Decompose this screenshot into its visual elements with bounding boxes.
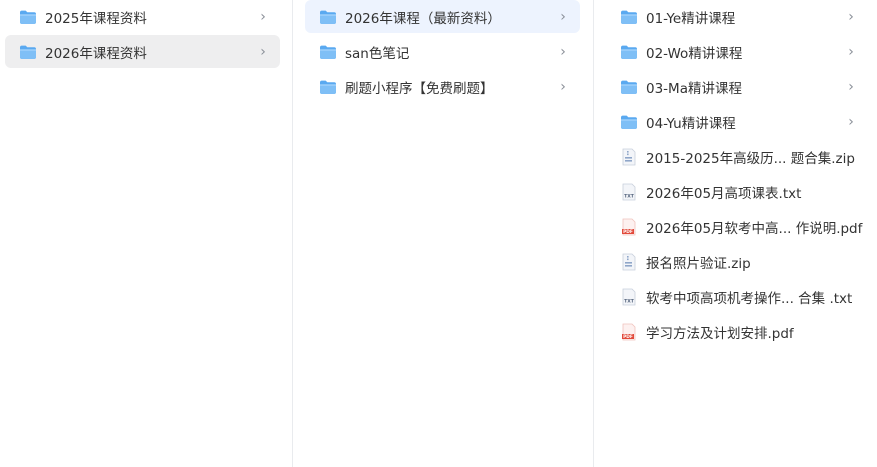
- file-item[interactable]: 报名照片验证.zip: [606, 245, 868, 278]
- svg-text:PDF: PDF: [623, 229, 633, 235]
- item-label: 01-Ye精讲课程: [646, 10, 736, 27]
- folder-item[interactable]: 03-Ma精讲课程 ›: [606, 70, 868, 103]
- folder-icon: [319, 78, 337, 96]
- folder-icon: [620, 113, 638, 131]
- file-item[interactable]: TXT 2026年05月高项课表.txt: [606, 175, 868, 208]
- item-label: 软考中项高项机考操作... 合集 .txt: [646, 290, 853, 307]
- item-label: 02-Wo精讲课程: [646, 45, 743, 62]
- finder-columns: 2025年课程资料 › 2026年课程资料 › 2026年课程（最新资料） › san色笔…: [0, 0, 877, 467]
- item-label: 04-Yu精讲课程: [646, 115, 736, 132]
- item-label: 2026年课程资料: [45, 45, 147, 62]
- column-1: 2025年课程资料 › 2026年课程资料 ›: [0, 0, 292, 467]
- folder-item[interactable]: 2025年课程资料 ›: [5, 0, 280, 33]
- item-label: 2026年05月软考中高... 作说明.pdf: [646, 220, 863, 237]
- svg-text:TXT: TXT: [624, 298, 635, 304]
- chevron-right-icon: ›: [560, 43, 566, 60]
- item-label: 2026年05月高项课表.txt: [646, 185, 802, 202]
- file-item[interactable]: 2015-2025年高级历... 题合集.zip: [606, 140, 868, 173]
- chevron-right-icon: ›: [848, 78, 854, 95]
- chevron-right-icon: ›: [560, 8, 566, 25]
- column-3: 01-Ye精讲课程 › 02-Wo精讲课程 › 03-Ma精讲课程 › 04-Yu精讲课程 ›…: [593, 0, 877, 467]
- pdf-file-icon: PDF: [620, 218, 638, 236]
- folder-item[interactable]: 2026年课程（最新资料） ›: [305, 0, 580, 33]
- item-label: 学习方法及计划安排.pdf: [646, 325, 794, 342]
- svg-text:TXT: TXT: [624, 193, 635, 199]
- chevron-right-icon: ›: [560, 78, 566, 95]
- folder-item[interactable]: 04-Yu精讲课程 ›: [606, 105, 868, 138]
- chevron-right-icon: ›: [260, 43, 266, 60]
- item-label: 报名照片验证.zip: [646, 255, 751, 272]
- chevron-right-icon: ›: [260, 8, 266, 25]
- folder-icon: [319, 43, 337, 61]
- file-item[interactable]: PDF 学习方法及计划安排.pdf: [606, 315, 868, 348]
- folder-item[interactable]: 2026年课程资料 ›: [5, 35, 280, 68]
- folder-icon: [19, 8, 37, 26]
- folder-item[interactable]: san色笔记 ›: [305, 35, 580, 68]
- chevron-right-icon: ›: [848, 113, 854, 130]
- folder-item[interactable]: 01-Ye精讲课程 ›: [606, 0, 868, 33]
- item-label: 2026年课程（最新资料）: [345, 10, 501, 27]
- txt-file-icon: TXT: [620, 288, 638, 306]
- chevron-right-icon: ›: [848, 8, 854, 25]
- svg-text:PDF: PDF: [623, 334, 633, 340]
- folder-icon: [19, 43, 37, 61]
- item-label: 03-Ma精讲课程: [646, 80, 742, 97]
- file-item[interactable]: PDF 2026年05月软考中高... 作说明.pdf: [606, 210, 868, 243]
- txt-file-icon: TXT: [620, 183, 638, 201]
- pdf-file-icon: PDF: [620, 323, 638, 341]
- zip-file-icon: [620, 253, 638, 271]
- file-item[interactable]: TXT 软考中项高项机考操作... 合集 .txt: [606, 280, 868, 313]
- column-2: 2026年课程（最新资料） › san色笔记 › 刷题小程序【免费刷题】 ›: [292, 0, 593, 467]
- folder-item[interactable]: 刷题小程序【免费刷题】 ›: [305, 70, 580, 103]
- folder-icon: [620, 8, 638, 26]
- item-label: 2015-2025年高级历... 题合集.zip: [646, 150, 855, 167]
- folder-icon: [620, 43, 638, 61]
- folder-item[interactable]: 02-Wo精讲课程 ›: [606, 35, 868, 68]
- item-label: 刷题小程序【免费刷题】: [345, 80, 494, 97]
- folder-icon: [319, 8, 337, 26]
- item-label: 2025年课程资料: [45, 10, 147, 27]
- chevron-right-icon: ›: [848, 43, 854, 60]
- zip-file-icon: [620, 148, 638, 166]
- item-label: san色笔记: [345, 45, 410, 62]
- folder-icon: [620, 78, 638, 96]
